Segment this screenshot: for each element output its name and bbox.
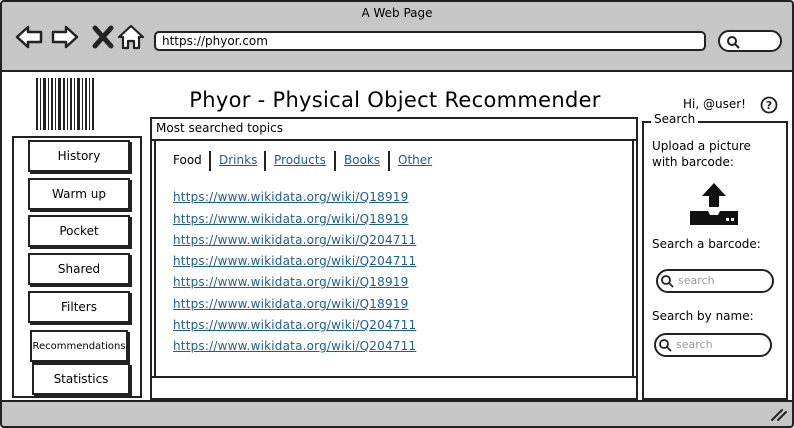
window-frame <box>0 0 794 428</box>
